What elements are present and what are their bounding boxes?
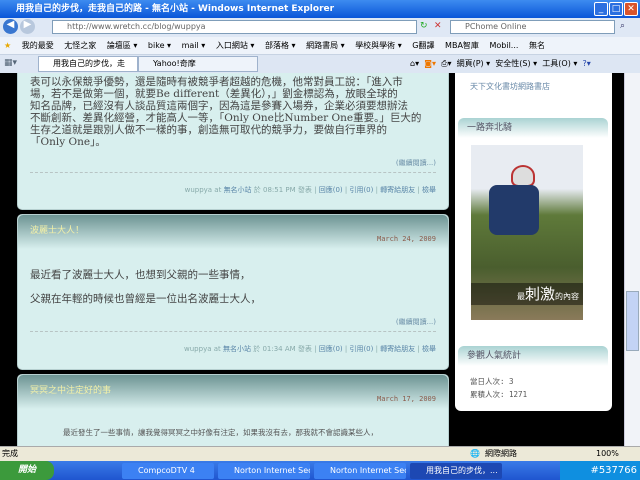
forward-icon[interactable]: ▶ — [20, 19, 35, 34]
vertical-scrollbar[interactable] — [624, 73, 640, 446]
favorite-item[interactable]: 網路書局 ▾ — [306, 41, 345, 50]
rss-icon[interactable]: ◙▾ — [424, 59, 436, 68]
title-bar: 用我自己的步伐，走我自己的路 - 無名小站 - Windows Internet… — [0, 0, 640, 18]
star-icon: ★ — [4, 41, 12, 50]
home-icon[interactable]: ⌂▾ — [410, 59, 419, 68]
taskbar: 開始 CompcoDTV 4 Norton Internet Secu... N… — [0, 461, 640, 480]
read-more-link[interactable]: (繼續閱讀...) — [18, 158, 448, 168]
favorite-item[interactable]: 我的最愛 — [22, 41, 54, 50]
favorite-item[interactable]: 尢怪之家 — [64, 41, 96, 50]
search-input[interactable]: PChome Online — [450, 20, 615, 34]
favorite-item[interactable]: 學校與學術 ▾ — [355, 41, 402, 50]
tab-blog[interactable]: 用我自己的步伐，走我... — [38, 56, 138, 82]
tab-yahoo[interactable]: Yahoo!奇摩 — [138, 56, 258, 72]
print-icon[interactable]: ⎙▾ — [441, 59, 451, 68]
close-button[interactable]: ✕ — [624, 2, 638, 16]
page-content: 表可以永保競爭優勢，還是隨時有被競爭者超越的危機，他常對員工說：「進入市 場，若不… — [0, 73, 624, 446]
zone-text: 網際網路 — [485, 449, 517, 458]
command-bar: ⌂▾ ◙▾ ⎙▾ 網頁(P) ▾ 安全性(S) ▾ 工具(O) ▾ ?▾ — [410, 57, 591, 71]
favorite-item[interactable]: MBA智庫 — [445, 41, 479, 50]
blog-post: 冥冥之中注定好的事 March 17, 2009 最近發生了一些事情，讓我覺得冥冥… — [17, 374, 449, 446]
taskbar-item[interactable]: CompcoDTV 4 — [122, 463, 214, 479]
read-more-link[interactable]: (繼續閱讀...) — [18, 317, 448, 327]
total-visits: 累積人次: 1271 — [470, 390, 528, 399]
back-icon[interactable]: ◀ — [3, 19, 18, 34]
address-input[interactable]: http://www.wretch.cc/blog/wuppya — [52, 20, 417, 34]
favorite-item[interactable]: mail ▾ — [182, 41, 206, 50]
post-footer: wuppya at 無名小站 於 01:34 AM 發表 | 回應(0) | 引… — [184, 345, 436, 353]
sidebar: 天下文化書坊網路書店 一路奔北騎 最刺激的內容 參觀人氣統計 當日人次: 3 累… — [455, 73, 612, 411]
blog-post: 表可以永保競爭優勢，還是隨時有被競爭者超越的危機，他常對員工說：「進入市 場，若不… — [17, 73, 449, 210]
address-toolbar: ◀ ▶ http://www.wretch.cc/blog/wuppya ↻ ✕… — [0, 18, 640, 37]
favorite-item[interactable]: 無名 — [529, 41, 545, 50]
taskbar-item[interactable]: Norton Internet Secu... — [314, 463, 406, 479]
favorite-item[interactable]: 論壇區 ▾ — [107, 41, 138, 50]
today-visits: 當日人次: 3 — [470, 377, 514, 386]
zoom-level[interactable]: 100% — [596, 447, 619, 461]
taskbar-item[interactable]: 用我自己的步伐，... — [410, 463, 502, 479]
scroll-thumb[interactable] — [626, 291, 639, 351]
refresh-icon[interactable]: ↻ — [420, 21, 428, 31]
widget-title: 一路奔北騎 — [458, 118, 608, 138]
taskbar-item[interactable]: Norton Internet Secu... — [218, 463, 310, 479]
minimize-button[interactable]: _ — [594, 2, 608, 16]
cyclist-image[interactable]: 最刺激的內容 — [471, 145, 583, 320]
tools-menu[interactable]: 工具(O) ▾ — [542, 59, 577, 68]
post-title[interactable]: 波麗士大人！ — [30, 226, 84, 236]
favorite-item[interactable]: bike ▾ — [148, 41, 171, 50]
favorite-item[interactable]: 部落格 ▾ — [265, 41, 296, 50]
tab-bar: ▦▾ 用我自己的步伐，走我... Yahoo!奇摩 ⌂▾ ◙▾ ⎙▾ 網頁(P)… — [0, 55, 640, 82]
window-title: 用我自己的步伐，走我自己的路 - 無名小站 - Windows Internet… — [16, 4, 335, 14]
blog-post: 波麗士大人！ March 24, 2009 最近看了波麗士大人，也想到父親的一些事… — [17, 214, 449, 370]
widget-title: 參觀人氣統計 — [458, 346, 608, 366]
system-tray: #537766 — [560, 461, 640, 480]
status-text: 完成 — [2, 449, 18, 458]
help-icon[interactable]: ?▾ — [582, 59, 590, 68]
start-button[interactable]: 開始 — [0, 461, 54, 480]
page-menu[interactable]: 網頁(P) ▾ — [457, 59, 491, 68]
favorite-item[interactable]: G翻譯 — [412, 41, 434, 50]
stop-icon[interactable]: ✕ — [434, 21, 442, 31]
status-bar: 完成 🌐 網際網路 100% — [0, 446, 640, 461]
post-title[interactable]: 冥冥之中注定好的事 — [30, 386, 111, 396]
quick-tabs-icon[interactable]: ▦▾ — [4, 58, 17, 68]
favorite-item[interactable]: 入口網站 ▾ — [216, 41, 255, 50]
search-icon[interactable]: ⌕ — [620, 21, 625, 31]
favorites-bar: ★ 我的最愛 尢怪之家 論壇區 ▾ bike ▾ mail ▾ 入口網站 ▾ 部… — [0, 37, 640, 55]
maximize-button[interactable]: □ — [609, 2, 623, 16]
post-footer: wuppya at 無名小站 於 08:51 PM 發表 | 回應(0) | 引… — [184, 186, 436, 194]
favorite-item[interactable]: Mobil... — [489, 41, 518, 50]
bookstore-link[interactable]: 天下文化書坊網路書店 — [470, 81, 550, 92]
globe-icon: 🌐 — [470, 449, 480, 458]
safety-menu[interactable]: 安全性(S) ▾ — [495, 59, 537, 68]
